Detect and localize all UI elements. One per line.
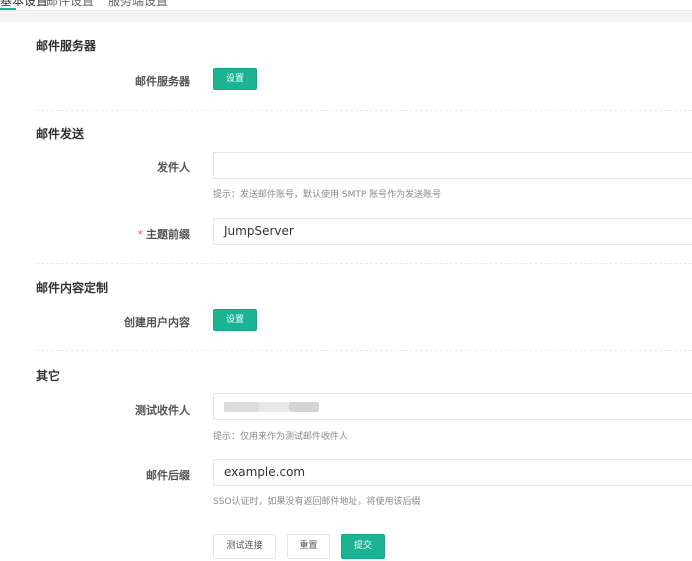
section-divider: [36, 110, 692, 111]
reset-button[interactable]: 重置: [287, 534, 330, 559]
tab-server[interactable]: 服务端设置: [108, 0, 168, 9]
section-divider: [36, 350, 692, 351]
test-recipient-input[interactable]: [213, 393, 692, 420]
create-user-content-settings-button[interactable]: 设置: [213, 309, 257, 331]
subject-prefix-input[interactable]: JumpServer: [213, 218, 692, 245]
section-title-mail-content: 邮件内容定制: [36, 281, 109, 295]
active-tab-indicator: [0, 8, 16, 10]
sender-help-text: 提示：发送邮件账号，默认使用 SMTP 账号作为发送账号: [213, 190, 442, 200]
redacted-value: [259, 402, 289, 412]
settings-tabs: 基本设置 邮件设置 服务端设置: [0, 0, 692, 11]
subject-prefix-label: 主题前缀: [146, 228, 190, 241]
sender-label: 发件人: [157, 161, 190, 174]
section-title-mail-server: 邮件服务器: [36, 39, 97, 53]
tab-mail[interactable]: 邮件设置: [46, 0, 94, 9]
submit-button[interactable]: 提交: [341, 534, 385, 559]
mail-suffix-help-text: SSO认证时，如果没有返回邮件地址，将使用该后缀: [213, 497, 421, 507]
test-connection-button[interactable]: 测试连接: [213, 534, 276, 559]
mail-suffix-input[interactable]: example.com: [213, 459, 692, 486]
redacted-value: [224, 402, 259, 412]
subject-prefix-label-row: * 主题前缀: [0, 226, 191, 242]
test-recipient-label: 测试收件人: [135, 404, 190, 417]
mail-suffix-label: 邮件后缀: [146, 469, 190, 482]
mail-server-label: 邮件服务器: [135, 75, 190, 88]
content-separator: [0, 11, 692, 22]
create-user-content-label: 创建用户内容: [124, 316, 190, 329]
sender-input[interactable]: [213, 152, 692, 179]
mail-server-settings-button[interactable]: 设置: [213, 68, 257, 90]
section-divider: [36, 263, 692, 264]
required-marker: *: [137, 228, 144, 241]
section-title-mail-send: 邮件发送: [36, 127, 85, 141]
test-recipient-help-text: 提示：仅用来作为测试邮件收件人: [213, 432, 349, 442]
redacted-value: [289, 402, 319, 412]
section-title-other: 其它: [36, 369, 61, 383]
